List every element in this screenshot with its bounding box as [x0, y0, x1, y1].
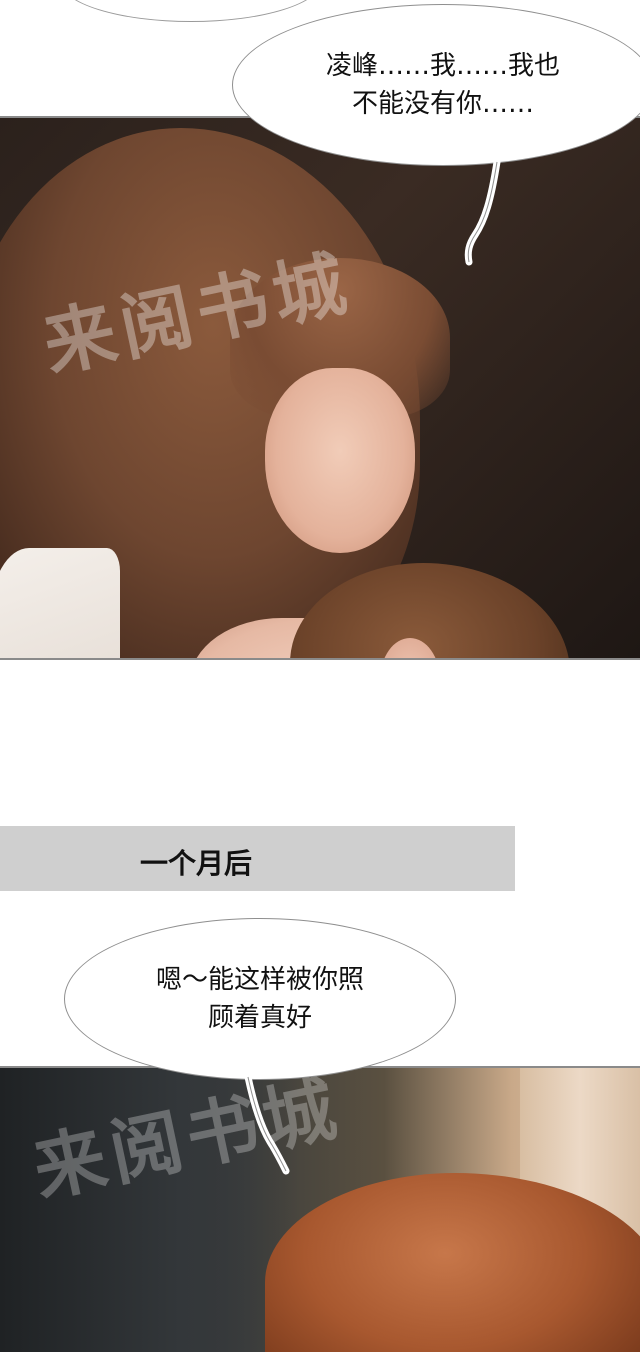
- caption-text: 一个月后: [140, 847, 253, 880]
- speech-bubble-1-tail: [464, 160, 501, 266]
- speech-bubble-2: 嗯～能这样被你照 顾着真好: [64, 918, 456, 1080]
- comic-panel-embrace: [0, 116, 640, 660]
- speech-bubble-1: 凌峰……我……我也 不能没有你……: [232, 4, 640, 166]
- woman-hand: [405, 658, 525, 660]
- speech-text-1: 凌峰……我……我也 不能没有你……: [325, 51, 560, 119]
- woman-shirt: [0, 548, 120, 658]
- speech-bubble-2-tail: [244, 1075, 290, 1175]
- caption-bar: [0, 826, 515, 891]
- speech-text-2: 嗯～能这样被你照 顾着真好: [155, 965, 364, 1033]
- man-hair-orange: [265, 1173, 640, 1352]
- woman-face: [265, 368, 415, 553]
- partial-speech-bubble: [60, 0, 322, 22]
